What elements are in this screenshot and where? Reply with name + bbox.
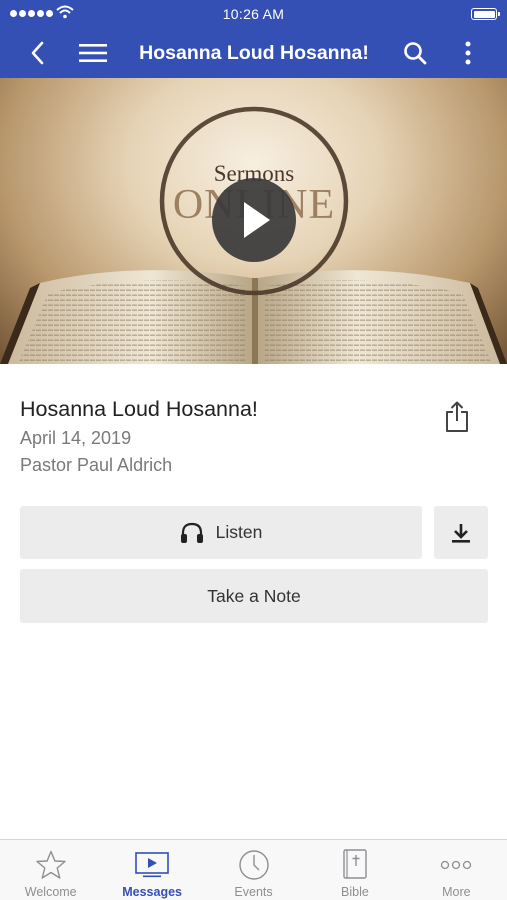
sermon-title: Hosanna Loud Hosanna! (20, 397, 258, 421)
hamburger-icon (79, 44, 107, 62)
navigation-bar: Hosanna Loud Hosanna! (0, 28, 507, 78)
tab-bible[interactable]: Bible (304, 840, 405, 900)
take-a-note-button[interactable]: Take a Note (20, 569, 488, 623)
listen-label: Listen (215, 522, 263, 542)
tab-messages[interactable]: Messages (101, 840, 202, 900)
tab-label-bible: Bible (341, 885, 369, 899)
take-a-note-label: Take a Note (207, 585, 301, 606)
sermon-artwork: Sermons ONLINE (0, 106, 507, 364)
menu-button[interactable] (76, 28, 110, 78)
play-icon[interactable] (212, 178, 296, 262)
share-button[interactable] (440, 398, 474, 436)
tab-bar: Welcome Messages Events Bible More (0, 839, 507, 900)
tab-label-welcome: Welcome (24, 885, 77, 899)
status-bar: 10:26 AM (0, 0, 507, 28)
bible-icon (343, 849, 367, 879)
video-icon (135, 852, 169, 878)
more-options-button[interactable] (454, 28, 482, 78)
back-button[interactable] (22, 28, 52, 78)
share-icon (446, 401, 468, 432)
tab-label-events: Events (234, 885, 273, 899)
headphones-icon (180, 522, 203, 543)
download-button[interactable] (434, 506, 488, 559)
search-icon (404, 42, 427, 65)
listen-button[interactable]: Listen (20, 506, 422, 559)
clock-icon (238, 850, 269, 880)
more-dots-icon (441, 860, 472, 870)
sermon-video-player[interactable]: Sermons ONLINE (0, 78, 507, 364)
status-time: 10:26 AM (222, 6, 285, 22)
sermon-speaker: Pastor Paul Aldrich (20, 455, 173, 475)
battery-icon (471, 8, 500, 20)
sermon-date: April 14, 2019 (20, 428, 132, 448)
search-button[interactable] (398, 28, 432, 78)
tab-events[interactable]: Events (203, 840, 304, 900)
tab-label-more: More (442, 885, 471, 899)
vertical-dots-icon (465, 41, 471, 65)
page-title: Hosanna Loud Hosanna! (139, 41, 369, 64)
star-icon (36, 850, 66, 879)
tab-welcome[interactable]: Welcome (0, 840, 101, 900)
tab-more[interactable]: More (406, 840, 507, 900)
tab-label-messages: Messages (122, 885, 182, 899)
chevron-left-icon (31, 41, 44, 65)
download-icon (452, 523, 470, 543)
